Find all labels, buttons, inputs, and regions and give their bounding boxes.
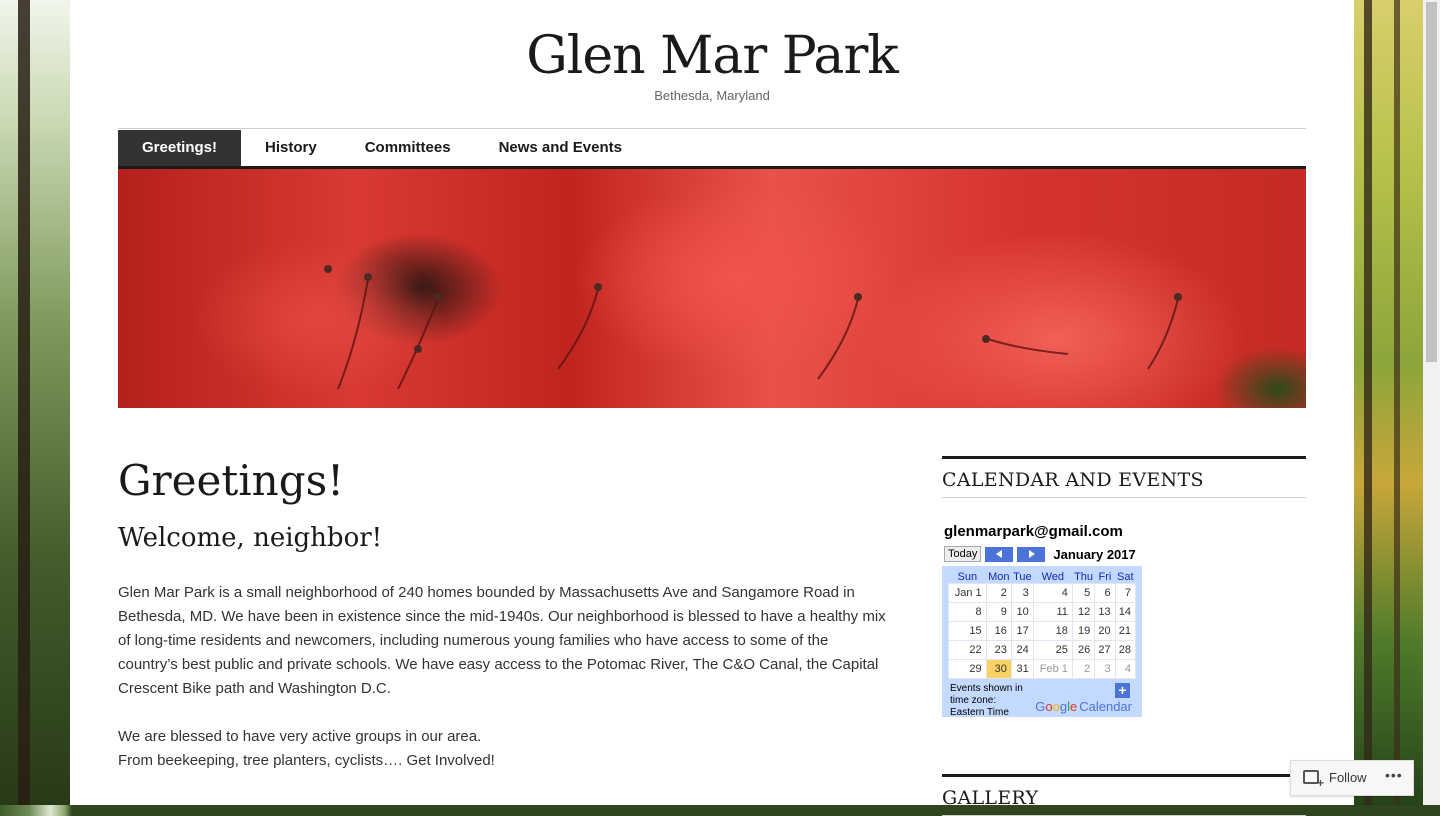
timezone-note: Events shown in time zone: Eastern Time: [950, 683, 1040, 719]
nav-item-committees[interactable]: Committees: [341, 130, 475, 166]
calendar-widget-title: CALENDAR AND EVENTS: [942, 459, 1306, 498]
calendar-day-next-month[interactable]: Feb 1: [1032, 659, 1073, 679]
calendar-day[interactable]: 29: [948, 659, 987, 679]
calendar-day[interactable]: 2: [985, 583, 1012, 603]
gallery-widget-title: GALLERY: [942, 777, 1306, 816]
groups-line-2: From beekeeping, tree planters, cyclists…: [118, 752, 495, 769]
calendar-day[interactable]: 13: [1094, 602, 1116, 622]
scrollbar-thumb[interactable]: [1426, 2, 1437, 362]
page-subtitle: Welcome, neighbor!: [118, 523, 383, 553]
timezone-line: time zone:: [950, 695, 997, 706]
calendar-day[interactable]: 8: [948, 602, 987, 622]
gallery-widget: GALLERY: [942, 774, 1306, 816]
nav-item-news-and-events[interactable]: News and Events: [475, 130, 646, 166]
calendar-day[interactable]: 26: [1071, 640, 1096, 660]
weekday-header: Fri: [1098, 570, 1112, 583]
calendar-day[interactable]: 16: [985, 621, 1012, 641]
calendar-footer: Events shown in time zone: Eastern Time …: [942, 681, 1142, 719]
calendar-day[interactable]: 28: [1114, 640, 1137, 660]
calendar-day[interactable]: 10: [1010, 602, 1034, 622]
weekday-header: Wed: [1041, 570, 1065, 583]
calendar-day[interactable]: 31: [1010, 659, 1034, 679]
arrow-right-icon: [1029, 549, 1036, 558]
add-to-google-calendar-icon[interactable]: +: [1115, 683, 1130, 698]
previous-month-button[interactable]: [985, 546, 1014, 562]
calendar-day[interactable]: 15: [948, 621, 987, 641]
page-scrollbar[interactable]: [1423, 0, 1440, 805]
calendar-day[interactable]: 7: [1114, 583, 1137, 603]
weekday-header: Sat: [1117, 570, 1134, 583]
calendar-day[interactable]: 11: [1032, 602, 1073, 622]
timezone-line: Eastern Time: [950, 707, 1009, 718]
site-tagline: Bethesda, Maryland: [654, 88, 770, 103]
current-month-label: January 2017: [1053, 546, 1136, 562]
calendar-name: glenmarpark@gmail.com: [944, 523, 1123, 540]
calendar-day[interactable]: 22: [948, 640, 987, 660]
groups-paragraph: We are blessed to have very active group…: [118, 725, 888, 773]
calendar-day[interactable]: 9: [985, 602, 1012, 622]
calendar-day[interactable]: 25: [1032, 640, 1073, 660]
follow-button[interactable]: Follow: [1329, 770, 1367, 785]
calendar-day[interactable]: 3: [1010, 583, 1034, 603]
weekday-header: Sun: [957, 570, 978, 583]
google-calendar-embed: glenmarpark@gmail.com Today January 2017…: [942, 522, 1142, 719]
nav-item-greetings[interactable]: Greetings!: [118, 130, 242, 166]
calendar-day[interactable]: 14: [1114, 602, 1137, 622]
calendar-day[interactable]: 21: [1114, 621, 1137, 641]
calendar-day-today[interactable]: 30: [985, 659, 1012, 679]
weekday-header: Mon: [988, 570, 1010, 583]
calendar-day[interactable]: 24: [1010, 640, 1034, 660]
follow-bar: Follow •••: [1290, 760, 1414, 796]
calendar-day[interactable]: 5: [1071, 583, 1096, 603]
weekday-header: Tue: [1013, 570, 1032, 583]
calendar-day[interactable]: 17: [1010, 621, 1034, 641]
calendar-day[interactable]: 18: [1032, 621, 1073, 641]
calendar-grid: Sun Mon Tue Wed Thu Fri Sat Jan 1 2 3 4 …: [942, 566, 1142, 681]
calendar-day[interactable]: 23: [985, 640, 1012, 660]
calendar-day[interactable]: 12: [1071, 602, 1096, 622]
main-content: Greetings! Welcome, neighbor! Glen Mar P…: [118, 450, 888, 773]
intro-paragraph: Glen Mar Park is a small neighborhood of…: [118, 584, 886, 697]
groups-line-1: We are blessed to have very active group…: [118, 728, 482, 745]
background-forest-left: [0, 0, 70, 805]
google-calendar-logo-suffix: Calendar: [1079, 699, 1132, 714]
calendar-day[interactable]: 27: [1094, 640, 1116, 660]
sidebar: CALENDAR AND EVENTS glenmarpark@gmail.co…: [942, 456, 1306, 718]
flower-stamens-decoration: [324, 265, 1182, 390]
calendar-day-next-month[interactable]: 3: [1094, 659, 1116, 679]
nav-item-history[interactable]: History: [241, 130, 341, 166]
timezone-line: Events shown in: [950, 683, 1023, 694]
main-navigation: Greetings! History Committees News and E…: [118, 130, 1306, 169]
google-calendar-logo[interactable]: Google Calendar: [1035, 699, 1132, 714]
calendar-day[interactable]: 20: [1094, 621, 1116, 641]
arrow-left-icon: [996, 549, 1003, 558]
site-title[interactable]: Glen Mar Park: [70, 26, 1354, 86]
calendar-day[interactable]: 4: [1032, 583, 1073, 603]
calendar-controls: Today January 2017: [942, 544, 1142, 564]
calendar-day[interactable]: Jan 1: [948, 583, 987, 603]
calendar-day[interactable]: 6: [1094, 583, 1116, 603]
page-title: Greetings!: [118, 456, 345, 505]
follow-icon[interactable]: [1303, 770, 1324, 790]
more-options-icon[interactable]: •••: [1385, 767, 1403, 783]
calendar-day[interactable]: 19: [1071, 621, 1096, 641]
calendar-day-next-month[interactable]: 2: [1071, 659, 1096, 679]
header-image-red-flowers: [118, 169, 1306, 408]
page-container: Glen Mar Park Bethesda, Maryland Greetin…: [70, 0, 1354, 816]
header-divider: [118, 128, 1306, 129]
next-month-button[interactable]: [1017, 546, 1046, 562]
calendar-day-next-month[interactable]: 4: [1114, 659, 1137, 679]
weekday-header: Thu: [1074, 570, 1094, 583]
today-button[interactable]: Today: [944, 546, 982, 562]
